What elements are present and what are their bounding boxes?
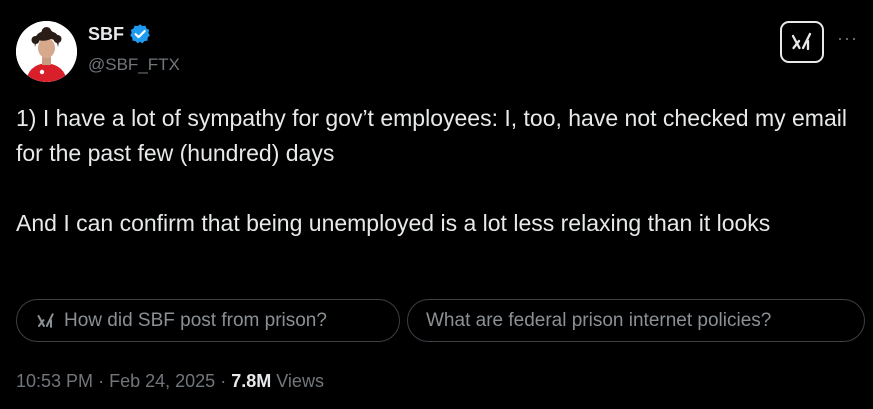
tweet-date[interactable]: Feb 24, 2025 xyxy=(109,371,215,391)
avatar-photo xyxy=(16,21,77,82)
views-label: Views xyxy=(276,371,324,391)
more-icon[interactable]: ··· xyxy=(837,28,858,49)
grok-icon xyxy=(37,312,54,328)
avatar[interactable] xyxy=(16,21,77,82)
grok-suggestion-label: How did SBF post from prison? xyxy=(64,309,327,331)
grok-suggestion-chip[interactable]: How did SBF post from prison? xyxy=(16,299,400,342)
meta-separator: · xyxy=(220,371,227,391)
grok-button[interactable] xyxy=(780,21,824,63)
grok-icon xyxy=(791,32,812,51)
tweet-meta: 10:53 PM · Feb 24, 2025 · 7.8M Views xyxy=(16,371,324,392)
author-name-text: SBF xyxy=(88,23,124,44)
author-name[interactable]: SBF xyxy=(88,23,151,45)
grok-suggestion-label: What are federal prison internet policie… xyxy=(426,309,772,331)
grok-suggestion-chip[interactable]: What are federal prison internet policie… xyxy=(407,299,865,342)
tweet-time[interactable]: 10:53 PM xyxy=(16,371,93,391)
tweet-text: 1) I have a lot of sympathy for gov’t em… xyxy=(16,101,861,241)
verified-badge-icon xyxy=(130,24,150,44)
views-count[interactable]: 7.8M xyxy=(231,371,271,391)
meta-separator: · xyxy=(98,371,105,391)
tweet-paragraph: 1) I have a lot of sympathy for gov’t em… xyxy=(16,105,847,166)
author-handle[interactable]: @SBF_FTX xyxy=(88,55,180,75)
tweet-paragraph: And I can confirm that being unemployed … xyxy=(16,210,771,236)
